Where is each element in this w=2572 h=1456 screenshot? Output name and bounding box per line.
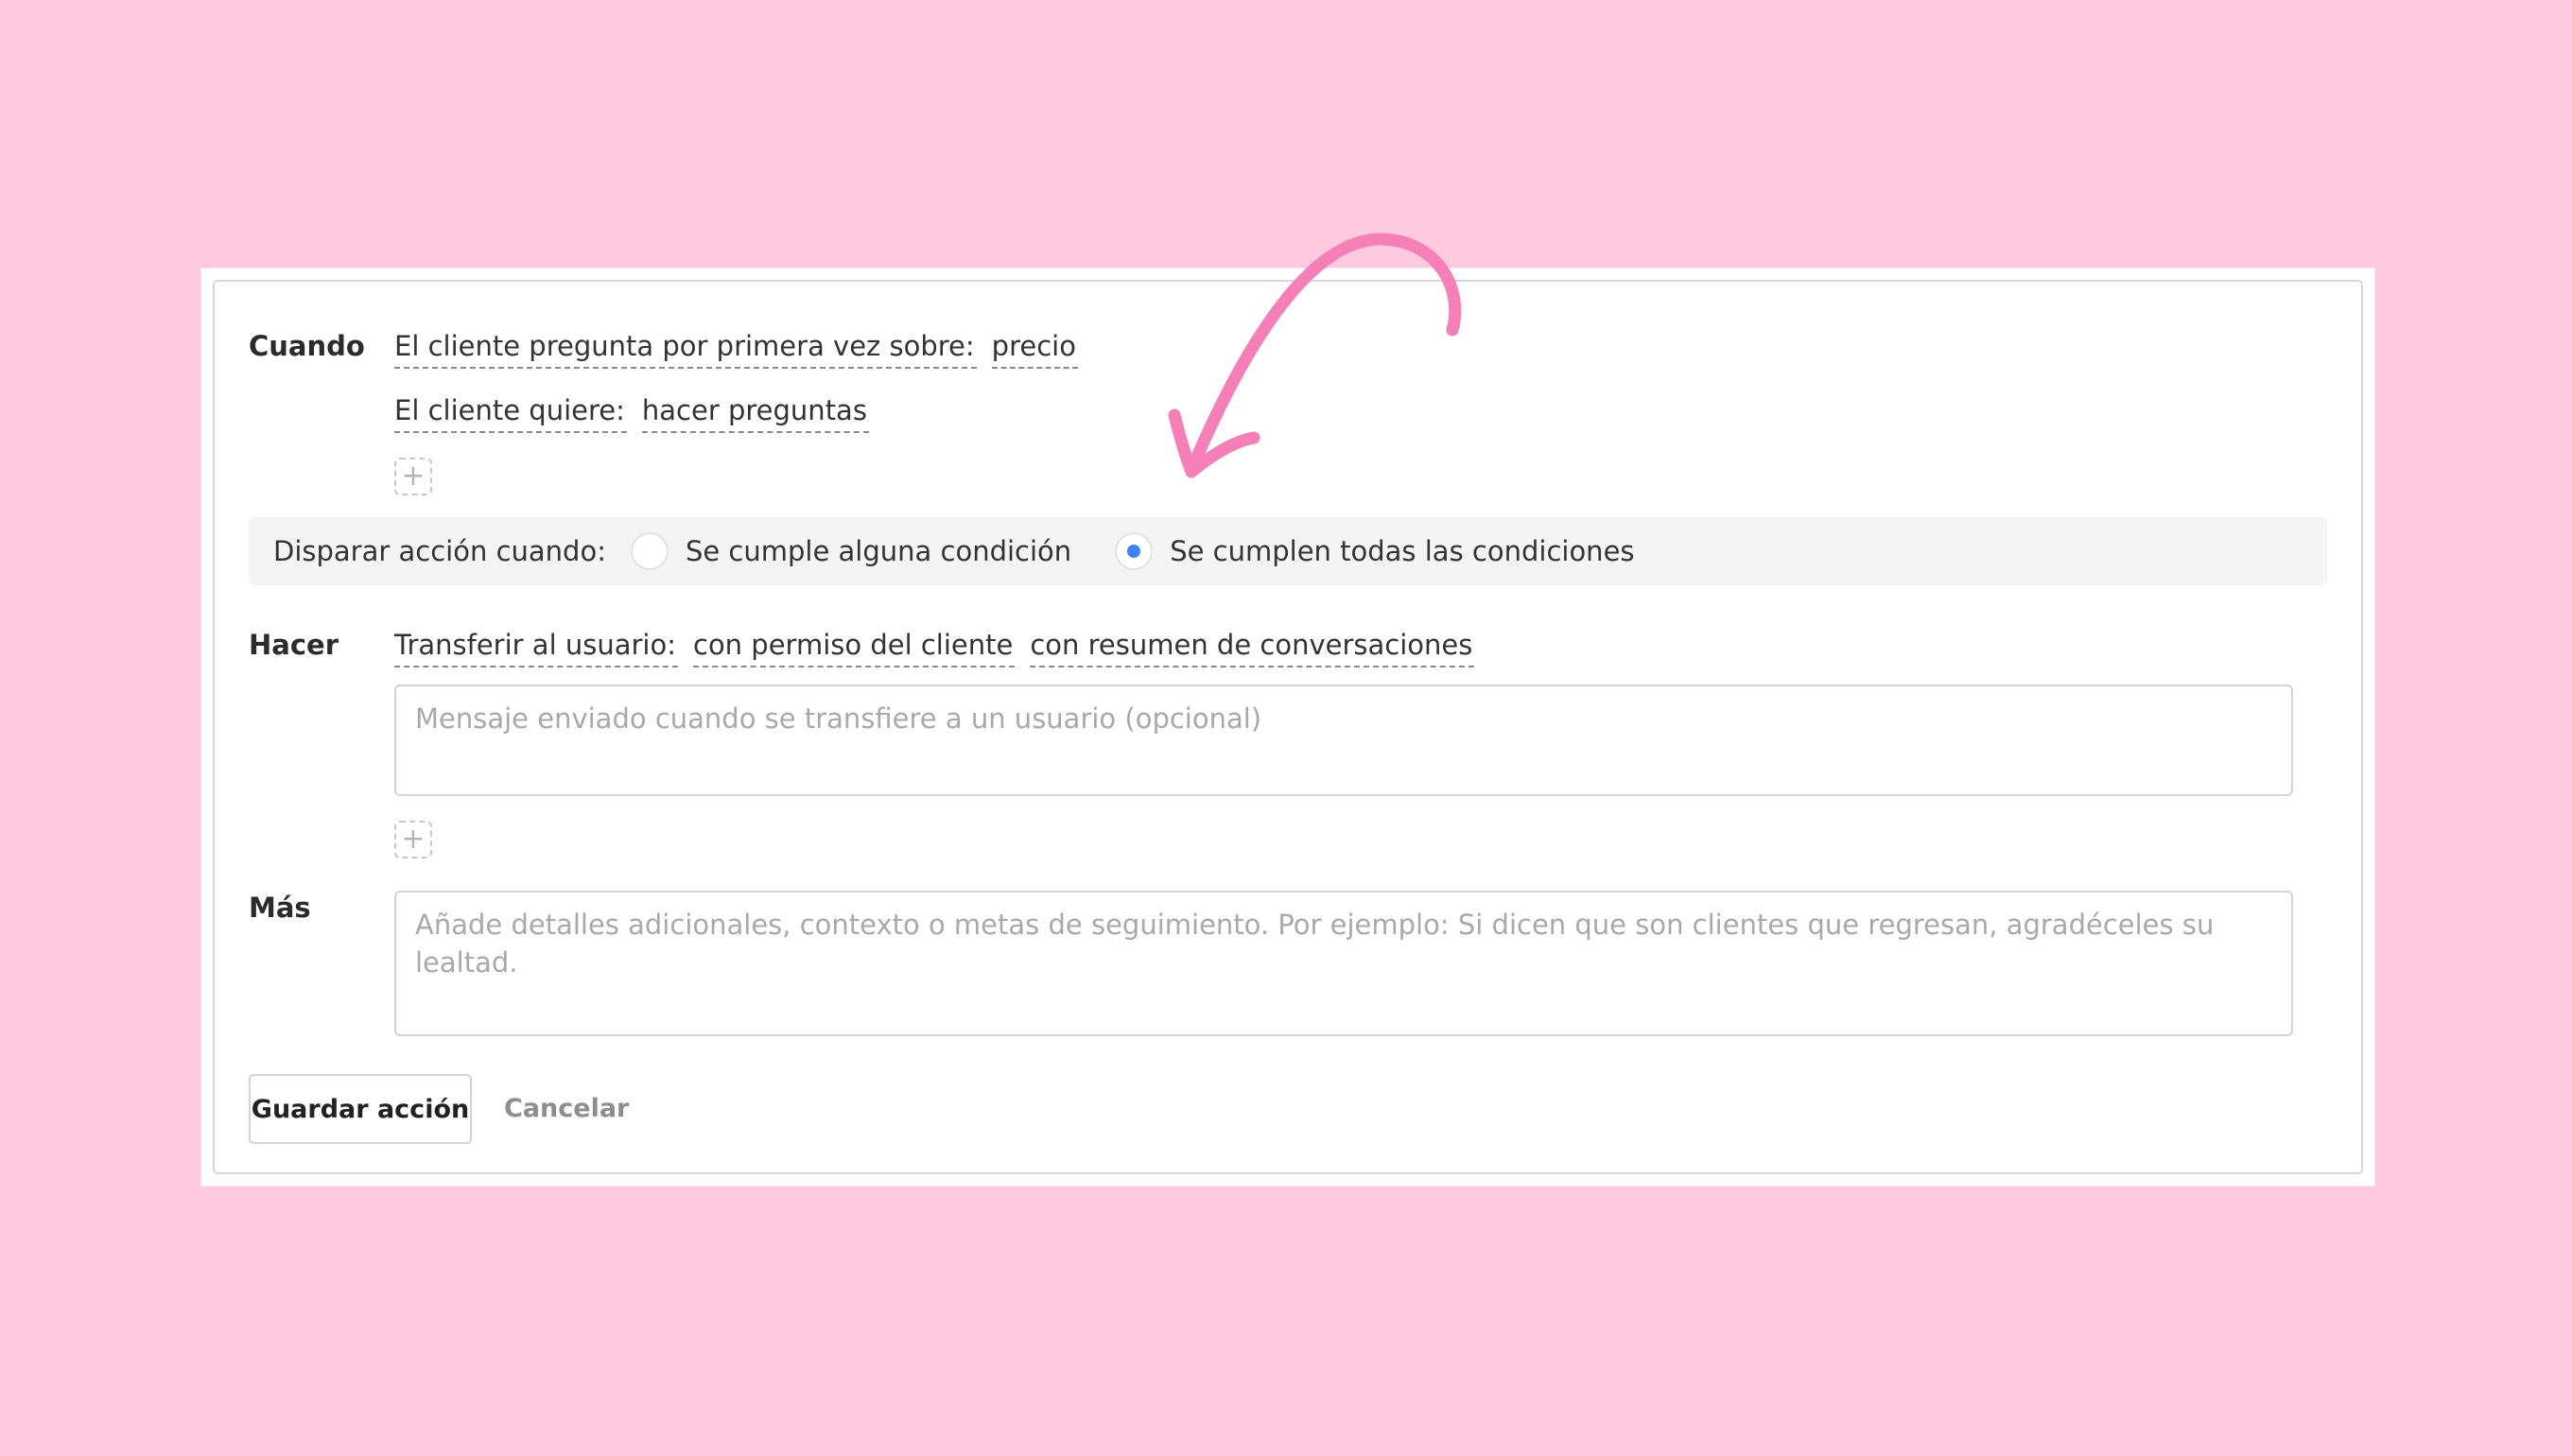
condition-2-field[interactable]: El cliente quiere: xyxy=(394,391,627,433)
trigger-label: Disparar acción cuando: xyxy=(273,535,606,567)
more-label: Más xyxy=(249,892,311,924)
condition-row-2: El cliente quiere: hacer preguntas xyxy=(394,391,869,437)
plus-icon: + xyxy=(401,459,426,493)
condition-2-value[interactable]: hacer preguntas xyxy=(641,391,869,433)
add-condition-button[interactable]: + xyxy=(394,458,432,495)
trigger-option-any[interactable]: Se cumple alguna condición xyxy=(630,532,1072,570)
trigger-option-all-label: Se cumplen todas las condiciones xyxy=(1170,535,1635,567)
transfer-message-input[interactable] xyxy=(394,685,2293,796)
add-action-button[interactable]: + xyxy=(394,821,432,858)
trigger-bar: Disparar acción cuando: Se cumple alguna… xyxy=(249,517,2327,585)
action-option-summary[interactable]: con resumen de conversaciones xyxy=(1030,626,1475,667)
condition-1-field[interactable]: El cliente pregunta por primera vez sobr… xyxy=(394,327,977,369)
save-action-button[interactable]: Guardar acción xyxy=(249,1074,472,1144)
action-row: Transferir al usuario: con permiso del c… xyxy=(394,626,1475,671)
radio-selected-icon[interactable] xyxy=(1115,532,1154,570)
radio-dot xyxy=(1127,545,1141,558)
action-option-permission[interactable]: con permiso del cliente xyxy=(693,626,1016,667)
radio-unselected-icon[interactable] xyxy=(630,532,669,570)
cancel-button[interactable]: Cancelar xyxy=(504,1074,629,1144)
when-label: Cuando xyxy=(249,330,365,362)
plus-icon: + xyxy=(401,823,426,856)
action-transfer[interactable]: Transferir al usuario: xyxy=(394,626,678,667)
condition-row-1: El cliente pregunta por primera vez sobr… xyxy=(394,327,1078,373)
do-label: Hacer xyxy=(249,629,339,661)
more-details-input[interactable] xyxy=(394,891,2293,1036)
annotation-arrow-icon xyxy=(1168,233,1462,478)
trigger-option-all[interactable]: Se cumplen todas las condiciones xyxy=(1115,532,1635,570)
condition-1-value[interactable]: precio xyxy=(991,327,1078,369)
trigger-option-any-label: Se cumple alguna condición xyxy=(685,535,1072,567)
